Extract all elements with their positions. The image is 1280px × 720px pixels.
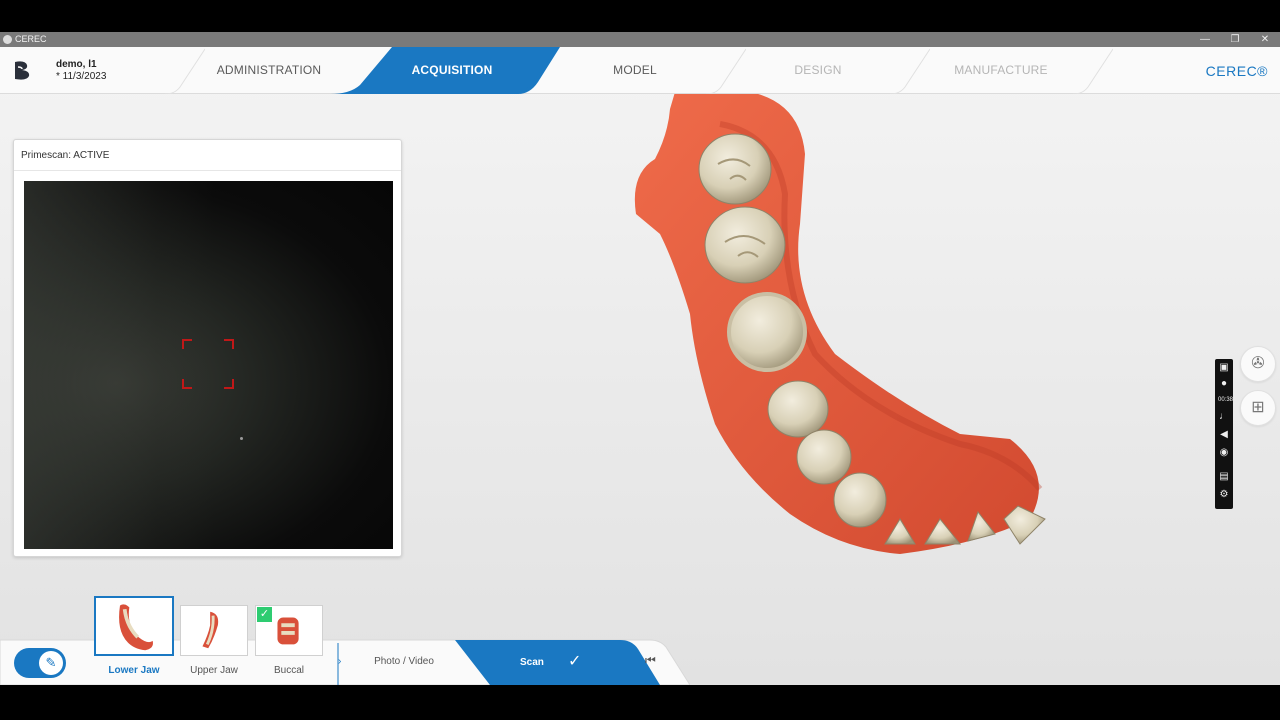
catalog-label-buccal: Buccal [273, 665, 304, 676]
brush-toggle[interactable]: ✎ [14, 648, 66, 678]
focus-corner [182, 339, 192, 349]
focus-corner [182, 379, 192, 389]
app-area: demo, l1 * 11/3/2023 ADMINISTRATION ACQU… [0, 47, 1280, 685]
patient-date: * 11/3/2023 [56, 71, 107, 82]
recording-timer: 00:38 [1218, 397, 1234, 403]
divider [14, 170, 401, 171]
step-administration[interactable]: ADMINISTRATION [169, 47, 369, 94]
scan-button[interactable]: Scan [520, 657, 544, 668]
gingiva [634, 94, 1039, 554]
camera-icon[interactable]: ▣ [1218, 362, 1230, 374]
app-icon [3, 35, 12, 44]
catalog-upper-jaw[interactable] [180, 605, 248, 656]
check-icon: ✓ [568, 653, 582, 670]
screen-recorder-bar: ▣ ● 00:38 ♩ ◀ ◉ ▤ ⚙ [1215, 359, 1233, 509]
window-icon[interactable]: ▤ [1218, 471, 1230, 483]
speck [240, 437, 243, 440]
minimize-button[interactable]: — [1190, 32, 1220, 47]
lower-jaw-thumbnail [119, 604, 153, 651]
step-model[interactable]: MODEL [535, 47, 735, 94]
record-icon[interactable]: ● [1218, 378, 1230, 390]
window-title-bar: CEREC — ❐ ✕ [0, 32, 1280, 47]
patient-name[interactable]: demo, l1 [56, 59, 97, 70]
camera-glare [24, 181, 214, 549]
step-manufacture: MANUFACTURE [954, 63, 1048, 77]
step-acquisition[interactable]: ACQUISITION [352, 47, 552, 94]
cerec-logo-icon [15, 61, 30, 80]
catalog-buccal[interactable]: ✓ [255, 605, 323, 656]
camera-live-view [24, 181, 393, 549]
add-area-icon[interactable]: ⊞ [1240, 390, 1276, 426]
focus-corner [224, 379, 234, 389]
brand-label: CEREC® [1205, 63, 1268, 79]
camera-status: Primescan: ACTIVE [21, 150, 110, 161]
check-icon: ✓ [257, 607, 272, 622]
window-title: CEREC [15, 34, 47, 44]
upper-jaw-thumbnail [202, 611, 219, 649]
settings-icon[interactable]: ⚙ [1218, 489, 1230, 501]
brush-icon: ✎ [39, 651, 63, 675]
skip-back-icon[interactable]: ⏮ [645, 653, 656, 668]
catalog-label-lower-jaw: Lower Jaw [108, 665, 160, 676]
photo-video-button[interactable]: Photo / Video [338, 639, 470, 685]
catalog-label-upper-jaw: Upper Jaw [190, 665, 238, 676]
camera-panel: Primescan: ACTIVE [13, 139, 402, 557]
workflow-header: demo, l1 * 11/3/2023 ADMINISTRATION ACQU… [0, 47, 1280, 94]
palette-icon[interactable]: ✇ [1240, 346, 1276, 382]
catalog-lower-jaw[interactable] [94, 596, 174, 656]
webcam-icon[interactable]: ◉ [1218, 447, 1230, 459]
close-button[interactable]: ✕ [1250, 32, 1280, 47]
restore-button[interactable]: ❐ [1220, 32, 1250, 47]
speaker-icon[interactable]: ◀ [1218, 429, 1230, 441]
microphone-icon[interactable]: ♩ [1218, 411, 1230, 423]
jaw-3d-viewport[interactable] [600, 94, 1080, 584]
step-design: DESIGN [794, 63, 842, 77]
focus-corner [224, 339, 234, 349]
screen: CEREC — ❐ ✕ demo, l1 * 11/3/2023 ADMINIS… [0, 0, 1280, 720]
